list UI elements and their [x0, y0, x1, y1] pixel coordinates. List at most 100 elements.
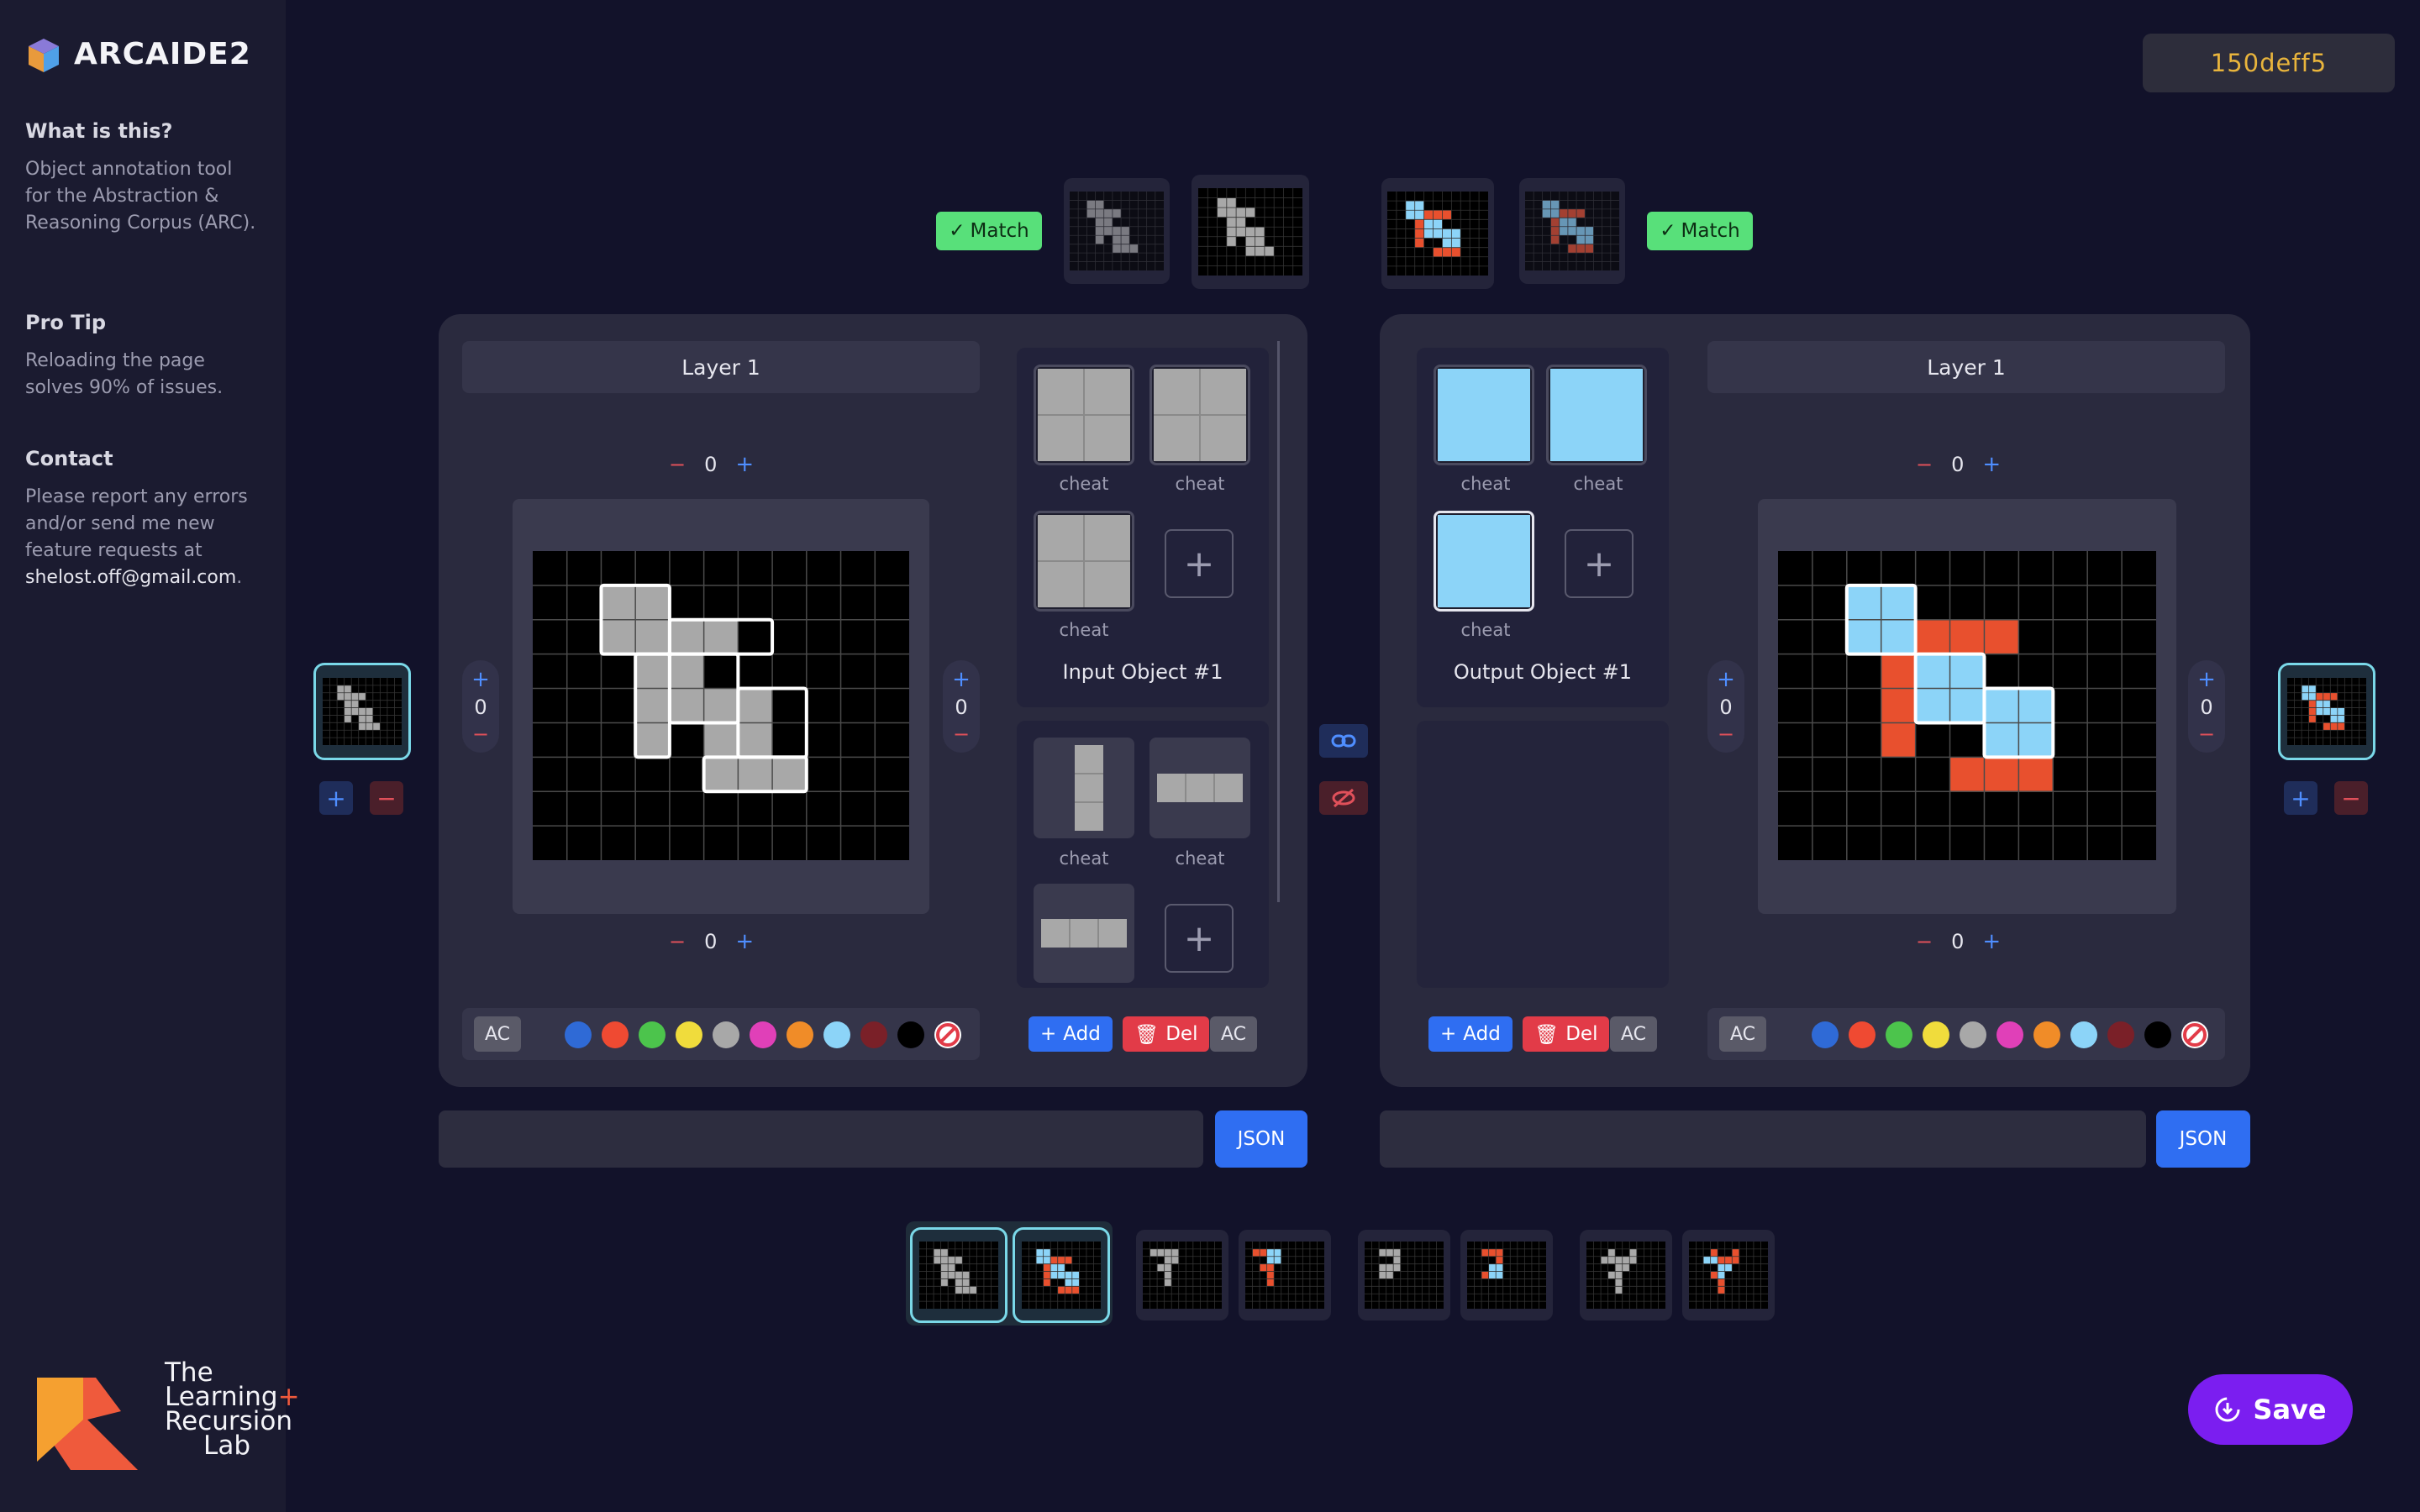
grid-cell[interactable]: [1846, 619, 1881, 654]
input-left-decrement[interactable]: −: [472, 722, 489, 746]
input-bottom-decrement[interactable]: −: [669, 930, 686, 953]
output-object-tile[interactable]: [1434, 365, 1534, 465]
grid-cell[interactable]: [1984, 722, 2019, 758]
grid-cell[interactable]: [738, 757, 773, 792]
color-swatch[interactable]: [2107, 1021, 2134, 1048]
color-swatch[interactable]: [823, 1021, 850, 1048]
grid-cell[interactable]: [2018, 722, 2054, 758]
color-swatch[interactable]: [1996, 1021, 2023, 1048]
grid-cell[interactable]: [635, 585, 670, 620]
input-layer-selector[interactable]: Layer 1: [462, 341, 980, 393]
output-bottom-increment[interactable]: +: [1982, 929, 2001, 954]
color-swatch[interactable]: [2033, 1021, 2060, 1048]
hide-icon[interactable]: [1319, 781, 1368, 815]
output-layer-selector[interactable]: Layer 1: [1707, 341, 2225, 393]
left-remove-button[interactable]: −: [370, 781, 403, 815]
grid-cell[interactable]: [1881, 722, 1916, 758]
input-add-object-tile[interactable]: +: [1165, 529, 1234, 598]
output-del-button[interactable]: 🗑 Del: [1523, 1016, 1610, 1052]
grid-cell[interactable]: [703, 722, 739, 758]
right-remove-button[interactable]: −: [2334, 781, 2368, 815]
output-object-tile-selected[interactable]: [1434, 511, 1534, 612]
color-swatch[interactable]: [713, 1021, 739, 1048]
grid-cell[interactable]: [1915, 619, 1950, 654]
contact-email[interactable]: shelost.off@gmail.com: [25, 567, 236, 588]
input-add-button[interactable]: + Add: [1028, 1016, 1113, 1052]
input-object-tile[interactable]: [1034, 511, 1134, 612]
grid-cell[interactable]: [1881, 654, 1916, 689]
grid-cell[interactable]: [772, 757, 807, 792]
grid-cell[interactable]: [1846, 585, 1881, 620]
objects-scrollbar[interactable]: [1277, 341, 1280, 902]
output-bottom-decrement[interactable]: −: [1916, 930, 1933, 953]
input-object-tile[interactable]: [1034, 738, 1134, 838]
pair-3-output-thumb[interactable]: [1460, 1230, 1553, 1320]
color-swatch[interactable]: [1923, 1021, 1949, 1048]
grid-cell[interactable]: [1984, 619, 2019, 654]
output-add-button[interactable]: + Add: [1428, 1016, 1512, 1052]
task-id-badge[interactable]: 150deff5: [2143, 34, 2395, 92]
eraser-swatch-icon[interactable]: [934, 1021, 961, 1048]
grid-cell[interactable]: [1984, 757, 2019, 792]
color-swatch[interactable]: [676, 1021, 702, 1048]
input-thumb-previous[interactable]: [1064, 178, 1170, 284]
grid-cell[interactable]: [1915, 654, 1950, 689]
input-del-button[interactable]: 🗑 Del: [1123, 1016, 1210, 1052]
grid-cell[interactable]: [1881, 688, 1916, 723]
pair-2-output-thumb[interactable]: [1239, 1230, 1331, 1320]
color-swatch[interactable]: [1886, 1021, 1912, 1048]
color-swatch[interactable]: [750, 1021, 776, 1048]
output-ac-button[interactable]: AC: [1719, 1016, 1766, 1052]
right-add-button[interactable]: +: [2284, 781, 2317, 815]
input-left-increment[interactable]: +: [471, 667, 490, 692]
save-button[interactable]: Save: [2188, 1374, 2353, 1445]
pair-3-input-thumb[interactable]: [1358, 1230, 1450, 1320]
grid-cell[interactable]: [635, 619, 670, 654]
grid-cell[interactable]: [2018, 688, 2054, 723]
test-input-thumb[interactable]: [1580, 1230, 1672, 1320]
output-object-ac-button[interactable]: AC: [1610, 1016, 1657, 1052]
grid-cell[interactable]: [635, 654, 670, 689]
grid-cell[interactable]: [738, 722, 773, 758]
output-thumb-current[interactable]: [1381, 178, 1494, 289]
output-add-object-tile[interactable]: +: [1565, 529, 1634, 598]
input-top-decrement[interactable]: −: [669, 453, 686, 476]
output-left-decrement[interactable]: −: [1718, 722, 1734, 746]
grid-cell[interactable]: [669, 654, 704, 689]
grid-cell[interactable]: [703, 688, 739, 723]
output-right-decrement[interactable]: −: [2198, 722, 2215, 746]
input-add-object-tile[interactable]: +: [1165, 904, 1234, 973]
color-swatch[interactable]: [639, 1021, 666, 1048]
grid-cell[interactable]: [1949, 757, 1985, 792]
grid-cell[interactable]: [1984, 688, 2019, 723]
left-example-thumb[interactable]: [313, 663, 411, 760]
output-right-increment[interactable]: +: [2197, 667, 2216, 692]
test-output-thumb[interactable]: [1682, 1230, 1775, 1320]
grid-cell[interactable]: [2018, 757, 2054, 792]
grid-cell[interactable]: [601, 585, 636, 620]
grid-cell[interactable]: [635, 722, 670, 758]
grid-cell[interactable]: [703, 757, 739, 792]
output-thumb-previous[interactable]: [1519, 178, 1625, 284]
output-json-button[interactable]: JSON: [2156, 1110, 2250, 1168]
output-left-increment[interactable]: +: [1717, 667, 1735, 692]
color-swatch[interactable]: [897, 1021, 924, 1048]
color-swatch[interactable]: [1849, 1021, 1876, 1048]
input-object-tile[interactable]: [1150, 365, 1250, 465]
input-json-button[interactable]: JSON: [1215, 1110, 1307, 1168]
color-swatch[interactable]: [2144, 1021, 2171, 1048]
grid-cell[interactable]: [703, 619, 739, 654]
eraser-swatch-icon[interactable]: [2181, 1021, 2208, 1048]
grid-cell[interactable]: [738, 688, 773, 723]
output-top-decrement[interactable]: −: [1916, 453, 1933, 476]
output-json-field[interactable]: [1380, 1110, 2146, 1168]
pair-1-input-thumb[interactable]: [910, 1227, 1007, 1323]
input-top-increment[interactable]: +: [735, 452, 754, 477]
output-grid-canvas[interactable]: [1778, 551, 2156, 860]
input-json-field[interactable]: [439, 1110, 1203, 1168]
pair-1-output-thumb[interactable]: [1013, 1227, 1110, 1323]
grid-cell[interactable]: [601, 619, 636, 654]
grid-cell[interactable]: [1949, 688, 1985, 723]
color-swatch[interactable]: [2070, 1021, 2097, 1048]
color-swatch[interactable]: [786, 1021, 813, 1048]
